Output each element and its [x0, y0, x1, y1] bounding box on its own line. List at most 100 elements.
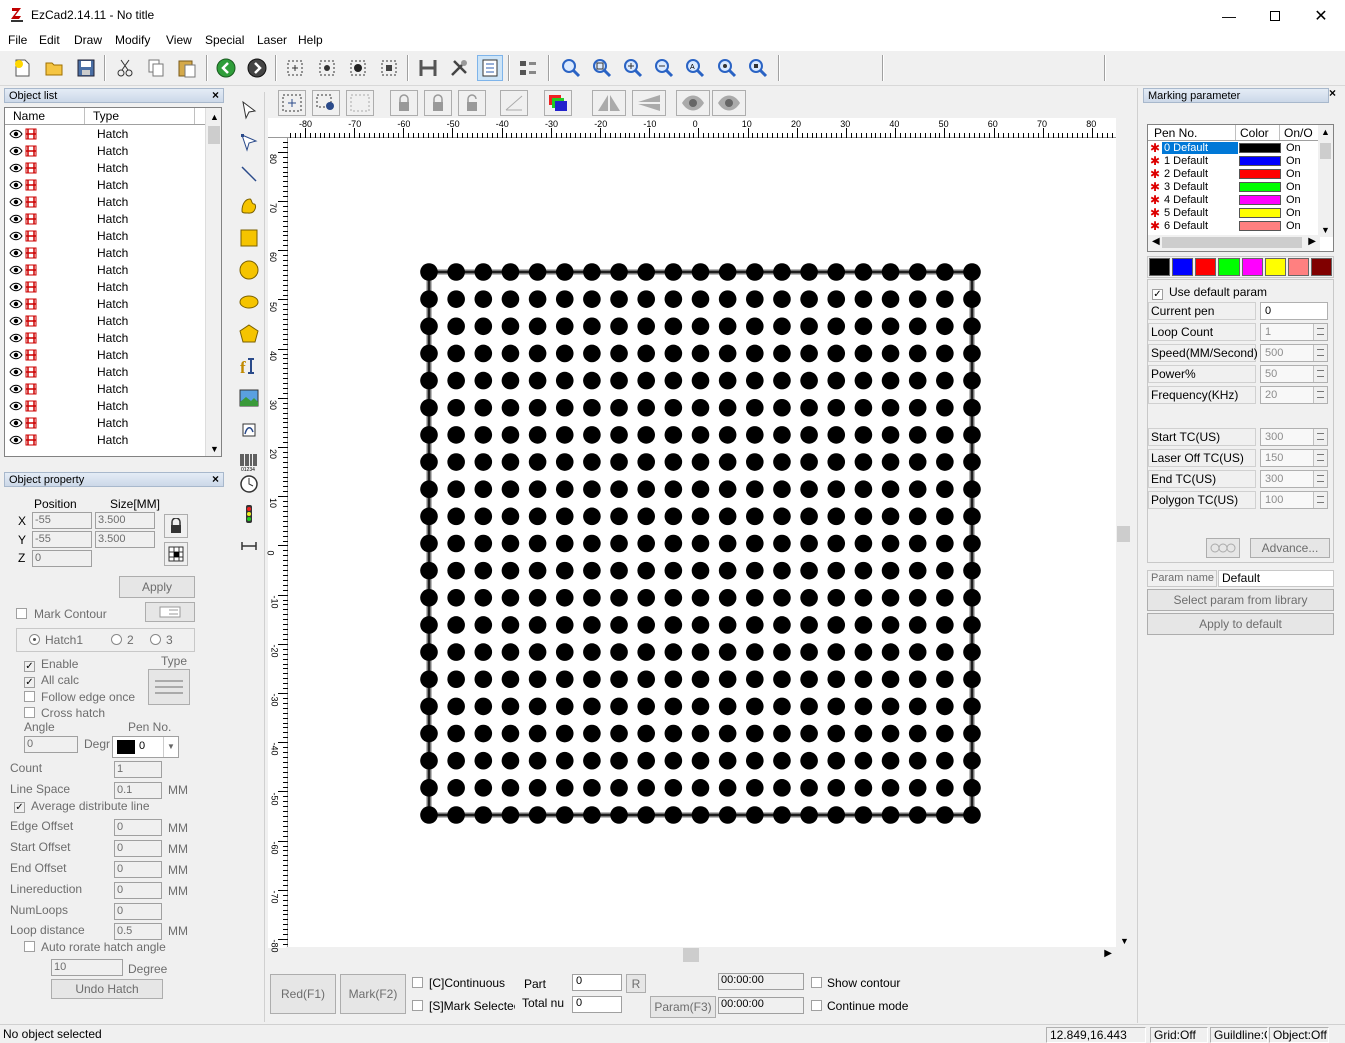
hatch-dot[interactable]	[610, 589, 628, 607]
hatch-dot[interactable]	[854, 561, 873, 580]
hatch-dot[interactable]	[501, 806, 520, 824]
hatch-dot[interactable]	[501, 724, 520, 743]
hatch-dot[interactable]	[691, 561, 710, 580]
eye-icon[interactable]	[9, 231, 25, 241]
hatch-dot[interactable]	[528, 453, 547, 471]
hatch-dot[interactable]	[718, 670, 737, 689]
hatch-dot[interactable]	[854, 480, 873, 499]
select-group-icon[interactable]	[314, 55, 340, 81]
hatch-dot[interactable]	[800, 290, 818, 308]
hatch-dot[interactable]	[664, 398, 683, 417]
show-contour-checkbox[interactable]	[811, 977, 822, 991]
hatch-dot[interactable]	[528, 263, 547, 281]
hatch-dot[interactable]	[908, 751, 927, 770]
spin-icon[interactable]	[1313, 387, 1327, 403]
hatch-dot[interactable]	[718, 697, 737, 716]
hatch-dot[interactable]	[963, 670, 981, 689]
hatch-dot[interactable]	[447, 724, 465, 743]
hatch-dot[interactable]	[963, 290, 981, 308]
zoom-in-icon[interactable]	[620, 55, 646, 81]
eye-icon[interactable]	[9, 435, 25, 445]
all-calc-checkbox[interactable]: ✓	[24, 674, 35, 688]
hatch-dot[interactable]	[881, 426, 900, 444]
hatch-dot[interactable]	[420, 724, 438, 743]
hatch-dot[interactable]	[664, 561, 683, 580]
edge-offset-field[interactable]: 0	[114, 819, 162, 836]
hatch-dot[interactable]	[800, 507, 818, 526]
hatch-dot[interactable]	[637, 317, 655, 336]
hatch-dot[interactable]	[583, 480, 601, 499]
list-item[interactable]: Hatch	[5, 380, 221, 397]
hatch-dot[interactable]	[583, 724, 601, 743]
hatch-dot[interactable]	[555, 344, 574, 363]
hatch-dot[interactable]	[420, 426, 438, 444]
hatch-dot[interactable]	[691, 317, 710, 336]
vector-import-icon[interactable]	[239, 420, 259, 440]
advance-button[interactable]: Advance...	[1250, 538, 1330, 558]
hatch-dot[interactable]	[881, 697, 900, 716]
hatch-dot[interactable]	[936, 670, 954, 689]
hatch-dot[interactable]	[746, 697, 764, 716]
hatch-dot[interactable]	[555, 480, 574, 499]
hatch-dot[interactable]	[881, 616, 900, 634]
hatch-dot[interactable]	[501, 779, 520, 797]
hatch-dot[interactable]	[800, 806, 818, 824]
hatch-dot[interactable]	[583, 426, 601, 444]
hatch-dot[interactable]	[691, 453, 710, 471]
pointer-icon[interactable]	[239, 100, 259, 120]
hatch-dot[interactable]	[881, 344, 900, 363]
hatch-dot[interactable]	[936, 344, 954, 363]
hatch-dot[interactable]	[827, 480, 846, 499]
hatch-dot[interactable]	[881, 724, 900, 743]
hatch-dot[interactable]	[555, 263, 574, 281]
tools-icon[interactable]	[446, 55, 472, 81]
eye-icon[interactable]	[9, 146, 25, 156]
hatch-dot[interactable]	[908, 507, 927, 526]
hatch-dot[interactable]	[908, 263, 927, 281]
hatch-dot[interactable]	[501, 507, 520, 526]
hatch-dot[interactable]	[718, 290, 737, 308]
hatch2-radio[interactable]	[111, 634, 122, 645]
hatch-dot[interactable]	[908, 398, 927, 417]
hatch-dot[interactable]	[447, 453, 465, 471]
mirror-vertical-button[interactable]	[632, 90, 666, 116]
hatch-dot[interactable]	[746, 616, 764, 634]
hatch-dot[interactable]	[447, 398, 465, 417]
hatch-dot[interactable]	[583, 779, 601, 797]
hatch-dot[interactable]	[800, 453, 818, 471]
zoom-selected-icon[interactable]	[745, 55, 771, 81]
hatch-dot[interactable]	[555, 534, 574, 553]
hatch-dot[interactable]	[908, 779, 927, 797]
hatch-dot[interactable]	[718, 751, 737, 770]
hatch-dot[interactable]	[827, 616, 846, 634]
hatch-dot[interactable]	[936, 480, 954, 499]
hatch-dot[interactable]	[691, 806, 710, 824]
hatch-dot[interactable]	[936, 290, 954, 308]
forward-icon[interactable]	[244, 55, 270, 81]
hatch-dot[interactable]	[528, 344, 547, 363]
hatch-dot[interactable]	[936, 589, 954, 607]
node-edit-icon[interactable]	[239, 132, 259, 152]
hatch-dot[interactable]	[420, 344, 438, 363]
hatch-dot[interactable]	[881, 779, 900, 797]
eye-icon[interactable]	[9, 384, 25, 394]
hatch-dot[interactable]	[691, 724, 710, 743]
hatch-dot[interactable]	[528, 779, 547, 797]
hatch-dot[interactable]	[963, 779, 981, 797]
param-field[interactable]: 100	[1260, 491, 1328, 509]
hatch-dot[interactable]	[447, 751, 465, 770]
hatch-dot[interactable]	[854, 371, 873, 390]
hatch-dot[interactable]	[827, 751, 846, 770]
hatch-dot[interactable]	[420, 371, 438, 390]
hatch-dot[interactable]	[963, 480, 981, 499]
hatch-dot[interactable]	[610, 616, 628, 634]
lock-ratio-button[interactable]	[164, 514, 188, 538]
hatch-dot[interactable]	[555, 561, 574, 580]
hatch-dot[interactable]	[501, 290, 520, 308]
hatch-dot[interactable]	[610, 670, 628, 689]
palette-swatch[interactable]	[1287, 258, 1309, 276]
param-field[interactable]: 300	[1260, 470, 1328, 488]
hatch-dot[interactable]	[718, 534, 737, 553]
hatch-dot[interactable]	[474, 371, 493, 390]
cross-hatch-checkbox[interactable]	[24, 707, 35, 721]
